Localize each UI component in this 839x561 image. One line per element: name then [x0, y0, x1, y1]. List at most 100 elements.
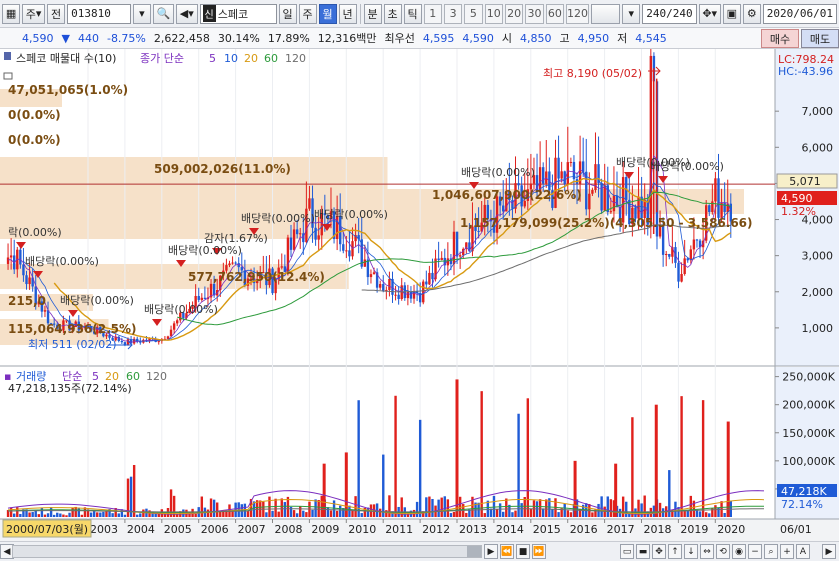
volume-bar	[394, 395, 397, 517]
zoom-in-icon[interactable]: ▬	[636, 544, 650, 559]
vol-ma120-label: 120	[146, 370, 167, 383]
stock-code-input[interactable]: 013810	[67, 3, 131, 24]
volume-bar	[382, 454, 385, 517]
tab-interval-tick[interactable]: 틱	[403, 3, 422, 24]
scroll-track[interactable]	[12, 545, 482, 558]
volume-bar	[339, 505, 342, 517]
tab-period-week[interactable]: 주	[298, 3, 317, 24]
restore-icon[interactable]: ⟲	[716, 544, 730, 559]
price-axis-label: 6,000	[802, 141, 834, 154]
add-icon[interactable]: +	[780, 544, 794, 559]
volume-bar	[502, 511, 505, 517]
legend-toggle-icon[interactable]	[4, 52, 11, 60]
tab-interval-second[interactable]: 초	[383, 3, 402, 24]
volume-bar	[698, 511, 702, 517]
code-dropdown-icon[interactable]: ▾	[132, 3, 151, 24]
candle-body	[541, 167, 545, 184]
volume-bar	[708, 513, 711, 517]
candle-body	[231, 262, 234, 264]
candle-body	[19, 249, 22, 265]
calendar-dropdown-icon[interactable]: ▾	[622, 3, 641, 24]
candle-body	[203, 297, 207, 300]
tools-icon[interactable]: ✥▾	[698, 3, 721, 24]
date-input[interactable]: 2020/06/01	[762, 3, 838, 24]
volume-bar	[13, 513, 16, 517]
text-icon[interactable]: A	[796, 544, 810, 559]
number-button-5[interactable]: 5	[464, 3, 483, 24]
candle-body	[502, 205, 505, 212]
number-button-3[interactable]: 3	[443, 3, 463, 24]
sell-button[interactable]: 매도	[801, 29, 839, 48]
gear-icon[interactable]: ⚙	[742, 3, 761, 24]
candle-body	[458, 255, 462, 257]
fit-icon[interactable]: ⇔	[700, 544, 714, 559]
volume-bar	[538, 499, 542, 517]
candle-body	[668, 254, 671, 257]
event-label: 배당락(0.00%)	[650, 160, 724, 173]
volume-bar	[425, 497, 428, 517]
volume-bar	[280, 498, 283, 517]
play-icon[interactable]: ▶	[484, 544, 498, 559]
candle-body	[603, 185, 606, 211]
stock-name-box[interactable]: 신 스페코	[199, 3, 277, 24]
volume-current-label: 47,218K	[781, 485, 827, 498]
volume-bar	[354, 496, 357, 517]
candle-body	[394, 294, 397, 296]
volume-bar	[176, 514, 179, 517]
candle-body	[200, 297, 204, 300]
volume-bar	[452, 511, 456, 517]
volume-bar	[529, 508, 533, 517]
volume-bar	[520, 503, 523, 517]
tab-period-year[interactable]: 년	[338, 3, 357, 24]
number-button-20[interactable]: 20	[504, 3, 524, 24]
number-button-60[interactable]: 60	[545, 3, 565, 24]
forward-icon[interactable]: ⏩	[532, 544, 546, 559]
candle-body	[280, 266, 283, 268]
number-button-30[interactable]: 30	[525, 3, 544, 24]
candle-body	[581, 161, 585, 172]
market-selector[interactable]: 전	[47, 3, 66, 24]
volume-bar	[704, 512, 708, 517]
volume-bar	[96, 512, 99, 517]
scroll-right-icon[interactable]: ▶	[822, 544, 836, 559]
candle-body	[308, 198, 311, 209]
chart-menu-icon[interactable]: ▦	[2, 3, 21, 24]
scroll-thumb[interactable]	[467, 546, 481, 557]
volume-bar	[28, 512, 31, 517]
chart-canvas[interactable]: 7,0006,0005,0004,0003,0002,0001,000250,0…	[0, 17, 839, 541]
buy-button[interactable]: 매수	[761, 29, 799, 48]
camera-icon[interactable]: ◉	[732, 544, 746, 559]
speaker-icon[interactable]: ◀▾	[176, 3, 198, 24]
volume-bar	[37, 514, 41, 517]
arrow-up-icon[interactable]: ↑	[668, 544, 682, 559]
volume-profile-label: 509,002,026(11.0%)	[154, 162, 291, 176]
quote-high-label: 고	[559, 32, 570, 45]
tab-interval-minute[interactable]: 분	[363, 3, 382, 24]
candle-body	[397, 294, 400, 300]
volume-bar	[431, 498, 434, 517]
volume-bar	[314, 499, 317, 517]
zoom-out-icon[interactable]: ▭	[620, 544, 634, 559]
count-display[interactable]: 240/240	[642, 3, 697, 24]
tab-period-month[interactable]: 월	[318, 3, 337, 24]
number-button-10[interactable]: 10	[484, 3, 503, 24]
minus-icon[interactable]: −	[748, 544, 762, 559]
stop-icon[interactable]: ■	[516, 544, 530, 559]
save-icon[interactable]: ▣	[722, 3, 741, 24]
period-selector[interactable]: 주 ▾	[22, 3, 46, 24]
search-icon[interactable]: 🔍	[152, 3, 175, 24]
candle-body	[665, 254, 668, 256]
spacer-button	[591, 3, 621, 24]
volume-bar	[209, 498, 213, 517]
volume-bar	[56, 512, 59, 517]
chart-area[interactable]: 7,0006,0005,0004,0003,0002,0001,000250,0…	[0, 17, 839, 541]
search-small-icon[interactable]: ⌕	[764, 544, 778, 559]
volume-bar	[517, 413, 520, 517]
number-button-1[interactable]: 1	[423, 3, 442, 24]
arrow-down-icon[interactable]: ↓	[684, 544, 698, 559]
tab-period-day[interactable]: 일	[278, 3, 297, 24]
number-button-120[interactable]: 120	[566, 3, 590, 24]
volume-profile-label: 1,157,179,099(25.2%)(4,305.50 - 3,586.66…	[460, 216, 753, 230]
rewind-icon[interactable]: ⏪	[500, 544, 514, 559]
crosshair-icon[interactable]: ✥	[652, 544, 666, 559]
